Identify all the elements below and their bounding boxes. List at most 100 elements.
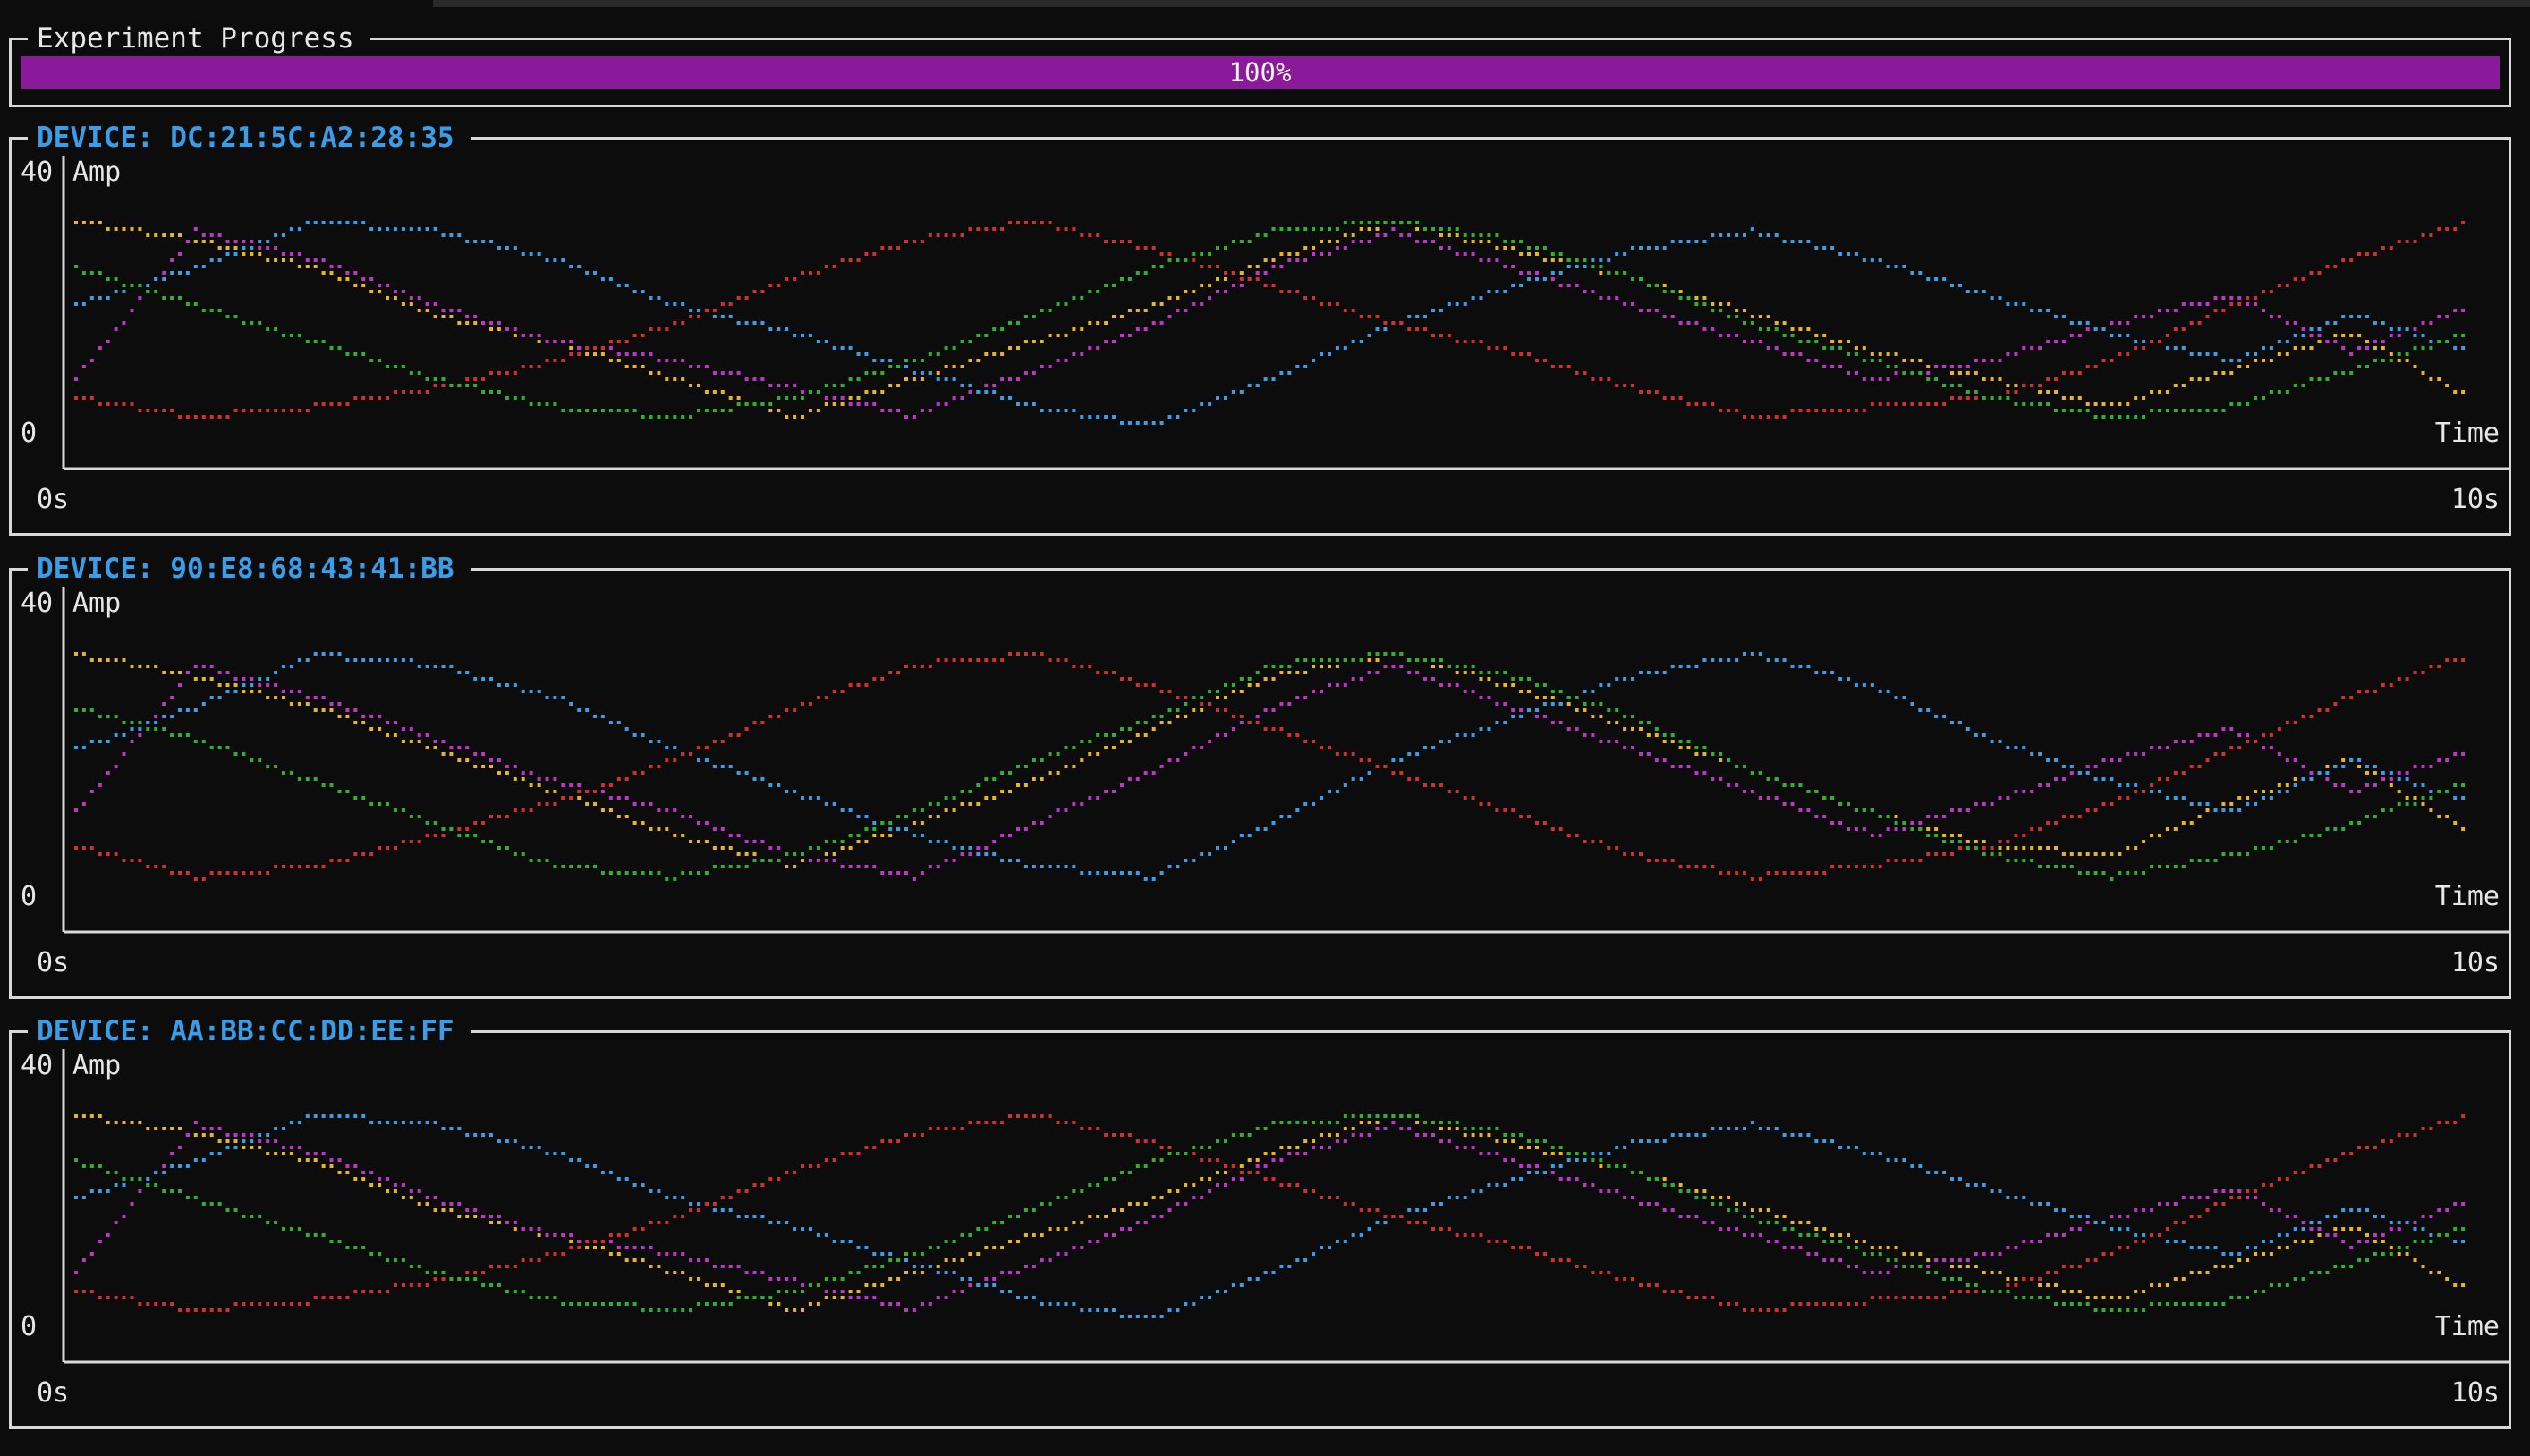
series-point [1934, 1171, 1939, 1174]
series-point [912, 877, 916, 881]
series-point [976, 658, 981, 662]
series-point [1798, 808, 1803, 812]
series-point [313, 1233, 318, 1237]
series-point [2293, 346, 2297, 350]
series-point [2142, 1308, 2146, 1312]
series-point [1000, 352, 1005, 356]
series-point [1910, 1252, 1914, 1256]
series-point [2341, 765, 2346, 768]
series-point [1566, 702, 1571, 706]
series-point [2061, 340, 2066, 343]
series-point [960, 846, 964, 850]
series-point [537, 1258, 541, 1262]
series-point [154, 233, 158, 237]
series-point [2397, 334, 2401, 337]
series-point [1447, 683, 1451, 687]
series-point [752, 402, 757, 406]
series-point [1208, 1146, 1212, 1149]
series-point [89, 359, 94, 362]
series-point [2158, 340, 2161, 343]
series-point [984, 1121, 989, 1124]
series-point [856, 683, 861, 687]
series-point [529, 252, 533, 256]
series-point [2341, 258, 2346, 262]
series-point [689, 871, 693, 875]
series-point [489, 371, 493, 375]
series-point [386, 227, 389, 231]
series-point [2254, 359, 2258, 362]
series-point [1735, 1202, 1739, 1206]
series-point [1870, 1296, 1874, 1299]
series-point [1495, 671, 1499, 674]
series-point [1072, 865, 1076, 868]
series-point [1120, 1208, 1124, 1212]
series-point [1320, 1121, 1323, 1124]
series-point [1383, 665, 1388, 668]
series-point [984, 846, 989, 850]
series-point [274, 246, 278, 250]
series-point [2158, 1202, 2161, 1206]
series-point [1247, 277, 1252, 281]
series-point [681, 1308, 685, 1312]
series-point [2158, 409, 2161, 412]
series-point [1678, 1183, 1683, 1187]
series-point [1535, 821, 1539, 825]
series-point [170, 733, 174, 737]
series-point [912, 377, 916, 381]
series-point [928, 352, 932, 356]
series-point [1623, 677, 1627, 681]
series-point [1678, 746, 1683, 749]
series-point [1607, 296, 1611, 300]
series-point [2254, 1246, 2258, 1249]
series-point [1495, 346, 1499, 350]
series-point [872, 865, 877, 868]
series-point [1016, 652, 1020, 656]
series-point [960, 384, 964, 387]
series-point [2445, 1208, 2449, 1212]
series-point [1159, 302, 1164, 306]
series-point [2213, 409, 2218, 412]
series-point [489, 677, 493, 681]
series-point [305, 1114, 310, 1118]
series-point [1750, 340, 1754, 343]
series-point [337, 702, 342, 706]
series-point [801, 852, 804, 856]
series-point [1990, 296, 1994, 300]
series-point [1127, 334, 1132, 337]
series-point [1151, 421, 1156, 425]
series-point [785, 384, 789, 387]
series-point [681, 752, 685, 756]
series-point [665, 1308, 669, 1312]
series-point [2277, 1283, 2281, 1287]
series-point [1854, 1302, 1858, 1306]
series-point [1375, 233, 1380, 237]
series-point [417, 665, 421, 668]
series-point [872, 1252, 877, 1256]
series-point [577, 865, 582, 868]
series-point [130, 284, 134, 287]
series-point [2142, 1208, 2146, 1212]
series-point [1287, 665, 1292, 668]
series-point [1279, 1121, 1284, 1124]
series-point [872, 252, 877, 256]
series-point [250, 677, 254, 681]
series-point [170, 715, 174, 718]
series-point [888, 1302, 893, 1306]
series-point [624, 340, 629, 343]
series-point [2022, 834, 2026, 837]
series-point [1711, 658, 1715, 662]
series-point [840, 840, 845, 843]
series-point [289, 865, 293, 868]
series-point [1814, 409, 1819, 412]
series-point [1965, 290, 1970, 293]
series-point [2197, 352, 2202, 356]
series-point [616, 777, 621, 781]
series-point [569, 1240, 573, 1243]
series-point [489, 1265, 493, 1268]
series-point [2285, 352, 2289, 356]
series-point [2357, 1258, 2362, 1262]
series-point [673, 302, 677, 306]
series-point [282, 233, 285, 237]
series-point [1239, 277, 1244, 281]
series-point [1511, 265, 1515, 268]
